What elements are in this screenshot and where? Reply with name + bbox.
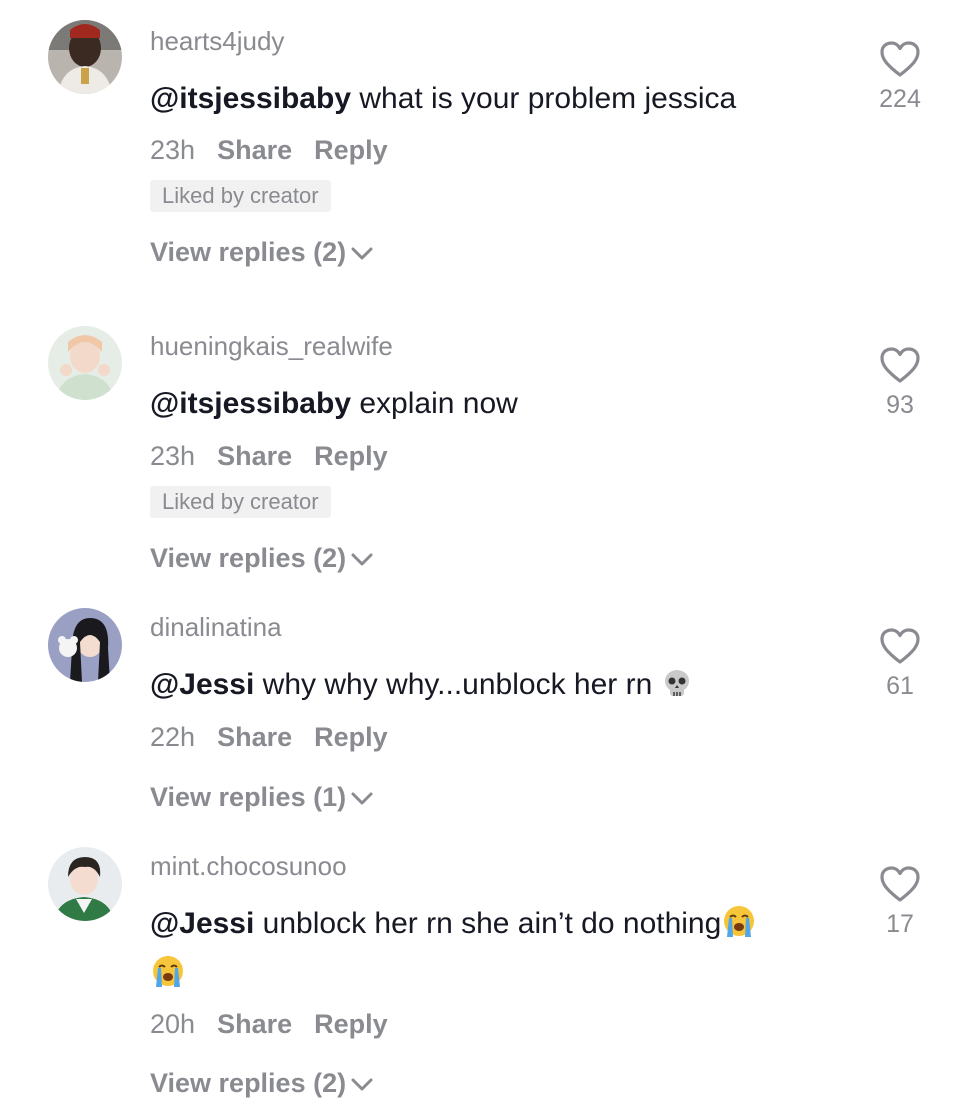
comment-username[interactable]: hearts4judy	[150, 26, 284, 56]
avatar[interactable]	[48, 326, 122, 400]
reply-button[interactable]: Reply	[314, 441, 388, 471]
comment-username[interactable]: dinalinatina	[150, 612, 282, 642]
liked-by-creator-badge: Liked by creator	[150, 180, 331, 212]
like-count: 61	[886, 672, 914, 700]
mention-link[interactable]: @itsjessibaby	[150, 387, 351, 420]
avatar[interactable]	[48, 608, 122, 682]
comment-body: unblock her rn she ain’t do nothing	[254, 907, 722, 940]
view-replies-label: View replies (2)	[150, 543, 347, 573]
share-button[interactable]: Share	[217, 1009, 292, 1039]
comment-body: explain now	[351, 387, 518, 420]
reply-button[interactable]: Reply	[314, 722, 388, 752]
like-control: 93	[860, 346, 940, 420]
loudly-crying-emoji	[153, 956, 183, 987]
comment-time: 23h	[150, 441, 196, 471]
share-button[interactable]: Share	[217, 722, 292, 752]
comment-username[interactable]: hueningkais_realwife	[150, 331, 393, 361]
comment-text: @Jessi unblock her rn she ain’t do nothi…	[150, 899, 850, 999]
view-replies-label: View replies (2)	[150, 237, 347, 267]
comment-time: 23h	[150, 135, 196, 165]
like-count: 93	[886, 391, 914, 419]
like-count: 17	[886, 910, 914, 938]
comment-text: @itsjessibaby explain now	[150, 379, 850, 429]
comment-text: @itsjessibaby what is your problem jessi…	[150, 74, 850, 124]
view-replies-button[interactable]: View replies (2)	[150, 1067, 374, 1099]
like-control: 224	[860, 40, 940, 114]
share-button[interactable]: Share	[217, 135, 292, 165]
comment-meta: 23h Share Reply	[150, 440, 410, 472]
heart-outline-icon[interactable]	[879, 865, 921, 903]
skull-emoji	[664, 670, 689, 696]
comment-body: what is your problem jessica	[351, 82, 737, 115]
view-replies-button[interactable]: View replies (1)	[150, 781, 374, 813]
loudly-crying-emoji	[724, 906, 755, 937]
chevron-down-icon	[351, 792, 373, 805]
heart-outline-icon[interactable]	[879, 346, 921, 384]
comment-time: 20h	[150, 1009, 196, 1039]
comment-body: why why why...unblock her rn	[254, 668, 661, 701]
comment-meta: 23h Share Reply	[150, 134, 410, 166]
comment-username[interactable]: mint.chocosunoo	[150, 851, 347, 881]
reply-button[interactable]: Reply	[314, 1009, 388, 1039]
comment-time: 22h	[150, 722, 196, 752]
chevron-down-icon	[351, 1078, 373, 1091]
avatar[interactable]	[48, 847, 122, 921]
heart-outline-icon[interactable]	[879, 40, 921, 78]
share-button[interactable]: Share	[217, 441, 292, 471]
liked-by-creator-badge: Liked by creator	[150, 486, 331, 518]
view-replies-button[interactable]: View replies (2)	[150, 542, 374, 574]
mention-link[interactable]: @Jessi	[150, 907, 254, 940]
chevron-down-icon	[351, 247, 373, 260]
chevron-down-icon	[351, 553, 373, 566]
mention-link[interactable]: @itsjessibaby	[150, 82, 351, 115]
comment-text: @Jessi why why why...unblock her rn	[150, 660, 850, 710]
comment-meta: 22h Share Reply	[150, 721, 410, 753]
view-replies-label: View replies (1)	[150, 782, 347, 812]
like-control: 61	[860, 627, 940, 701]
view-replies-button[interactable]: View replies (2)	[150, 236, 374, 268]
like-control: 17	[860, 865, 940, 939]
mention-link[interactable]: @Jessi	[150, 668, 254, 701]
view-replies-label: View replies (2)	[150, 1068, 347, 1098]
like-count: 224	[879, 85, 921, 113]
heart-outline-icon[interactable]	[879, 627, 921, 665]
avatar[interactable]	[48, 20, 122, 94]
reply-button[interactable]: Reply	[314, 135, 388, 165]
comment-meta: 20h Share Reply	[150, 1008, 410, 1040]
